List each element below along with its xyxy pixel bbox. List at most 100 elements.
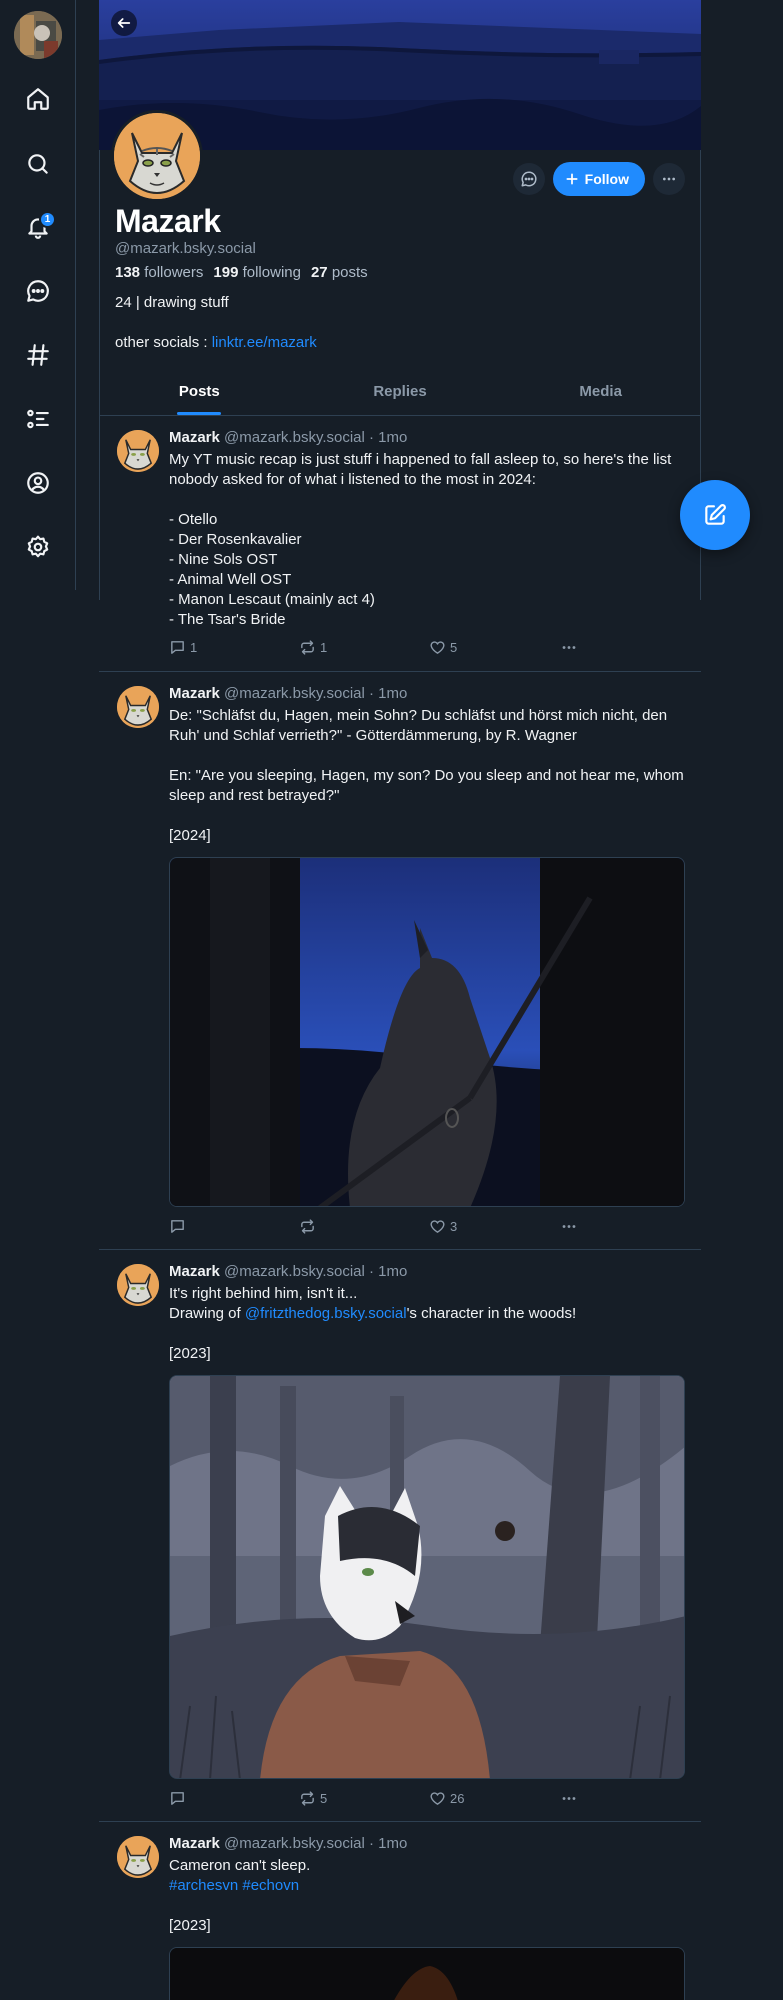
search-button[interactable] — [18, 144, 58, 184]
post[interactable]: Mazark @mazark.bsky.social · 1mo My YT m… — [99, 417, 701, 672]
ellipsis-icon — [559, 639, 579, 656]
post-author-avatar[interactable] — [117, 686, 159, 728]
post-author-name[interactable]: Mazark — [169, 685, 220, 702]
current-user-avatar[interactable] — [14, 11, 62, 59]
post-author-name[interactable]: Mazark — [169, 1835, 220, 1852]
chat-icon — [520, 170, 538, 188]
profile-column: Follow Mazark @mazark.bsky.social 138 fo… — [99, 0, 701, 2000]
post-text-line — [169, 806, 689, 826]
post[interactable]: Mazark @mazark.bsky.social · 1mo De: "Sc… — [99, 673, 701, 1250]
settings-button[interactable] — [18, 527, 58, 567]
profile-avatar[interactable] — [111, 110, 203, 202]
post-text-line: It's right behind him, isn't it... — [169, 1285, 358, 1302]
post-author-avatar[interactable] — [117, 1264, 159, 1306]
like-count: 5 — [450, 640, 458, 655]
like-button[interactable]: 26 — [429, 1790, 464, 1807]
post-text: De: "Schläfst du, Hagen, mein Sohn? Du s… — [169, 706, 689, 846]
post-text-line: - Manon Lescaut (mainly act 4) — [169, 591, 375, 608]
compose-button[interactable] — [680, 480, 750, 550]
following-stat[interactable]: 199 following — [213, 264, 301, 281]
post-text-line — [169, 746, 689, 766]
text-segment: 's character in the woods! — [406, 1305, 577, 1322]
hashtag-links[interactable]: #archesvn #echovn — [169, 1876, 689, 1896]
followers-label: followers — [144, 264, 204, 281]
post-image[interactable] — [169, 1947, 685, 2000]
post-text: Cameron can't sleep. #archesvn #echovn [… — [169, 1856, 689, 1936]
profile-stats: 138 followers 199 following 27 posts — [115, 264, 368, 281]
bio-socials-prefix: other socials : — [115, 334, 212, 351]
heart-icon — [429, 1790, 446, 1807]
repost-button[interactable]: 1 — [299, 639, 327, 656]
repost-button[interactable] — [299, 1218, 320, 1235]
repost-icon — [299, 1790, 316, 1807]
posts-label: posts — [331, 264, 368, 281]
post-meta: @mazark.bsky.social · 1mo — [224, 1263, 408, 1280]
following-count: 199 — [213, 264, 239, 281]
like-button[interactable]: 5 — [429, 639, 457, 656]
post-author-avatar[interactable] — [117, 430, 159, 472]
profile-bio-line: 24 | drawing stuff — [115, 294, 229, 311]
ellipsis-icon — [559, 1218, 579, 1235]
tab-replies[interactable]: Replies — [300, 372, 501, 415]
mention-link[interactable]: @fritzthedog.bsky.social — [245, 1305, 407, 1322]
post-author-name[interactable]: Mazark — [169, 1263, 220, 1280]
repost-count: 5 — [320, 1791, 328, 1806]
post[interactable]: Mazark @mazark.bsky.social · 1mo Cameron… — [99, 1823, 701, 2000]
post-header: Mazark @mazark.bsky.social · 1mo — [169, 1835, 407, 1852]
message-button[interactable] — [512, 163, 545, 195]
post-meta: @mazark.bsky.social · 1mo — [224, 429, 408, 446]
more-options-button[interactable] — [653, 163, 685, 195]
notification-badge: 1 — [39, 211, 56, 228]
post-text-line — [169, 1324, 689, 1344]
feeds-button[interactable] — [18, 335, 58, 375]
posts-count: 27 — [310, 264, 328, 281]
post-text-line: En: "Are you sleeping, Hagen, my son? Do… — [169, 767, 684, 804]
post-text: It's right behind him, isn't it... Drawi… — [169, 1284, 689, 1364]
post-more-button[interactable] — [559, 639, 579, 656]
reply-button[interactable] — [169, 1218, 190, 1235]
profile-tabs: Posts Replies Media — [99, 372, 701, 416]
post[interactable]: Mazark @mazark.bsky.social · 1mo It's ri… — [99, 1251, 701, 1822]
reply-icon — [169, 1790, 186, 1807]
back-button[interactable] — [111, 10, 137, 36]
reply-button[interactable] — [169, 1790, 190, 1807]
followers-stat[interactable]: 138 followers — [115, 264, 203, 281]
post-header: Mazark @mazark.bsky.social · 1mo — [169, 685, 407, 702]
profile-icon — [25, 470, 51, 496]
post-text-line: - Animal Well OST — [169, 571, 292, 588]
profile-name: Mazark — [115, 203, 221, 239]
home-button[interactable] — [18, 79, 58, 119]
tab-media[interactable]: Media — [500, 372, 701, 415]
tab-posts[interactable]: Posts — [99, 372, 300, 415]
post-text-line: My YT music recap is just stuff i happen… — [169, 451, 672, 488]
like-count: 3 — [450, 1219, 458, 1234]
post-author-avatar[interactable] — [117, 1836, 159, 1878]
left-nav: 1 — [0, 0, 76, 590]
reply-icon — [169, 1218, 186, 1235]
following-label: following — [242, 264, 301, 281]
bio-link[interactable]: linktr.ee/mazark — [212, 334, 317, 351]
post-image[interactable] — [169, 857, 685, 1207]
post-more-button[interactable] — [559, 1218, 579, 1235]
chat-button[interactable] — [18, 271, 58, 311]
post-text: My YT music recap is just stuff i happen… — [169, 450, 689, 630]
lists-button[interactable] — [18, 399, 58, 439]
repost-button[interactable]: 5 — [299, 1790, 327, 1807]
search-icon — [25, 151, 51, 177]
post-more-button[interactable] — [559, 1790, 579, 1807]
follow-button[interactable]: Follow — [552, 162, 645, 196]
heart-icon — [429, 639, 446, 656]
notifications-button[interactable]: 1 — [18, 207, 58, 247]
post-author-name[interactable]: Mazark — [169, 429, 220, 446]
like-button[interactable]: 3 — [429, 1218, 457, 1235]
ellipsis-icon — [559, 1790, 579, 1807]
post-image[interactable] — [169, 1375, 685, 1779]
heart-icon — [429, 1218, 446, 1235]
list-icon — [25, 406, 51, 432]
chat-icon — [25, 278, 51, 304]
post-text-line: Cameron can't sleep. — [169, 1857, 311, 1874]
profile-button[interactable] — [18, 463, 58, 503]
text-segment: Drawing of — [169, 1305, 245, 1322]
reply-button[interactable]: 1 — [169, 639, 197, 656]
post-text-line: - Nine Sols OST — [169, 551, 278, 568]
